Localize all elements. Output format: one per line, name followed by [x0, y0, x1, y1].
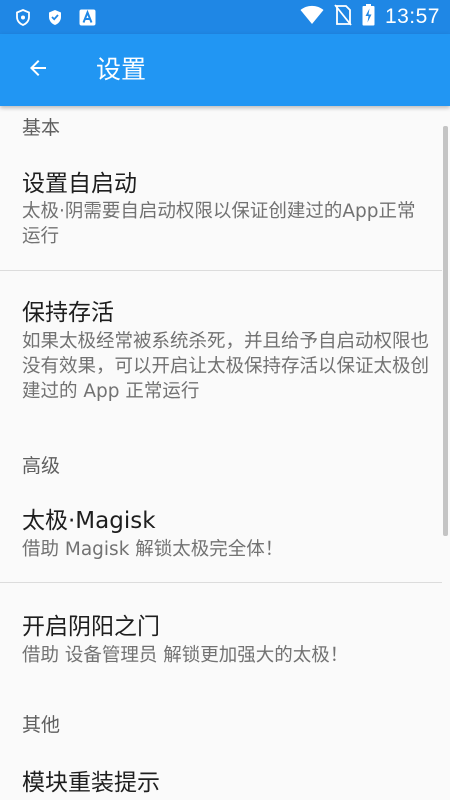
pref-autostart[interactable]: 设置自启动 太极·阴需要自启动权限以保证创建过的App正常运行: [0, 150, 442, 270]
pref-title: 设置自启动: [22, 171, 137, 197]
status-clock: 13:57: [384, 5, 440, 28]
status-bar: 13:57: [0, 0, 450, 34]
wifi-icon: [300, 5, 324, 29]
category-header-other: 其他: [22, 714, 61, 736]
app-bar: 设置: [0, 34, 450, 106]
category-header-advanced: 高级: [22, 455, 61, 477]
pref-yinyang-gate[interactable]: 开启阴阳之门 借助 设备管理员 解锁更加强大的太极！: [0, 583, 442, 683]
status-system-icons: 13:57: [300, 4, 440, 30]
pref-summary: 如果太极经常被系统杀死，并且给予自启动权限也没有效果，可以开启让太极保持存活以保…: [22, 331, 430, 402]
no-sim-icon: [334, 4, 352, 30]
pref-taichi-magisk[interactable]: 太极·Magisk 借助 Magisk 解锁太极完全体！: [0, 484, 442, 582]
pref-summary: 借助 设备管理员 解锁更加强大的太极！: [22, 645, 349, 666]
pref-title: 保持存活: [22, 300, 114, 326]
settings-list[interactable]: 基本 设置自启动 太极·阴需要自启动权限以保证创建过的App正常运行 保持存活 …: [0, 106, 450, 800]
pref-summary: 借助 Magisk 解锁太极完全体！: [22, 539, 284, 560]
arrow-left-icon: [26, 56, 50, 84]
scrollbar[interactable]: [443, 126, 448, 536]
page-title: 设置: [96, 55, 147, 84]
pref-title: 模块重装提示: [22, 770, 160, 796]
battery-charging-icon: [362, 4, 375, 30]
pref-summary: 太极·阴需要自启动权限以保证创建过的App正常运行: [22, 201, 416, 247]
pref-keep-alive[interactable]: 保持存活 如果太极经常被系统杀死，并且给予自启动权限也没有效果，可以开启让太极保…: [0, 271, 442, 421]
status-notification-icons: [14, 8, 96, 26]
pref-title: 开启阴阳之门: [22, 614, 160, 640]
app-a-icon: [78, 8, 96, 26]
pref-module-reinstall-hint[interactable]: 模块重装提示: [0, 746, 442, 800]
shield-icon: [46, 8, 64, 26]
shield-icon: [14, 8, 32, 26]
category-header-basic: 基本: [22, 117, 61, 139]
back-button[interactable]: [14, 46, 62, 94]
pref-title: 太极·Magisk: [22, 508, 156, 534]
